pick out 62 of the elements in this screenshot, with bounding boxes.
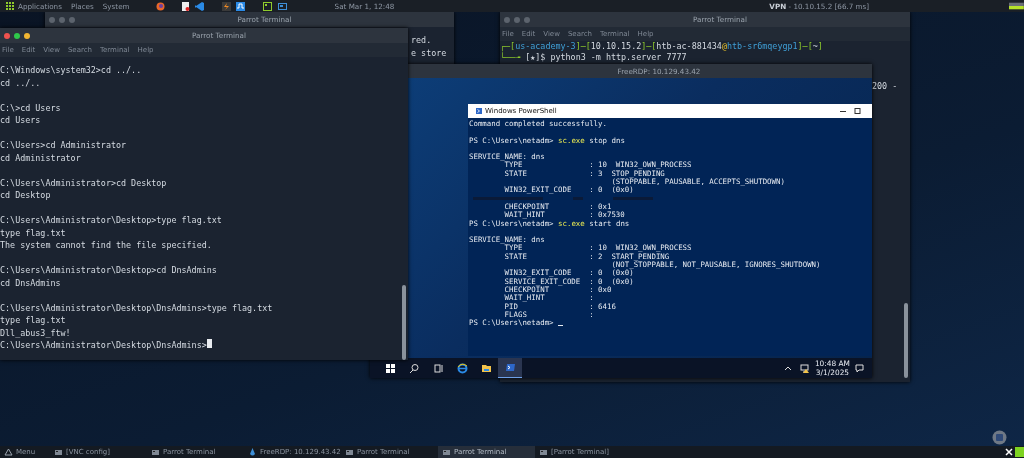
document-icon[interactable] [180, 1, 190, 11]
window-dot-icon[interactable] [514, 16, 520, 23]
window-dot-icon[interactable] [4, 32, 10, 39]
network-icon[interactable] [799, 363, 810, 373]
window-dot-icon[interactable] [24, 32, 30, 39]
window-icon [345, 447, 354, 457]
terminal-line: cd Users [0, 114, 41, 127]
terminal-line: The system cannot find the file specified. [0, 239, 212, 252]
browser-e-icon [456, 362, 468, 374]
maximize-icon[interactable] [852, 107, 864, 115]
terminal-line: e store [411, 46, 447, 59]
terminal-line: C:\Users\Administrator\Desktop\DnsAdmins> [0, 339, 207, 352]
wave-icon[interactable] [235, 1, 245, 11]
terminal-icon[interactable] [262, 1, 272, 11]
notification-icon[interactable] [855, 363, 864, 373]
monitor-icon[interactable] [277, 1, 287, 11]
terminal-line: C:\>cd Users [0, 101, 61, 114]
bolt-icon[interactable] [221, 1, 231, 11]
window-dot-icon[interactable] [504, 16, 510, 23]
folder-icon [480, 362, 492, 374]
terminal-line: 200 - [872, 81, 898, 92]
terminal-line: cd ../.. [0, 76, 41, 89]
windows-logo-icon [384, 362, 396, 374]
task-view-icon [432, 362, 444, 374]
scrollbar[interactable] [402, 285, 406, 360]
shell-icon [504, 362, 516, 373]
globe-icon[interactable] [155, 1, 165, 11]
prompt-line: ┌─[us-academy-3]─[10.10.15.2]─[htb-ac-881434@htb-sr6mqeygp1]─[~] [500, 41, 823, 52]
parrot-logo-icon [4, 447, 13, 457]
terminal-line: cd DnsAdmins [0, 276, 61, 289]
command-line: └──╼ [★]$ python3 -m http.server 7777 [500, 52, 687, 63]
window-icon [54, 447, 63, 457]
window-dot-icon[interactable] [49, 16, 55, 23]
terminal-line: C:\Users\Administrator\Desktop>cd DnsAdmins [0, 264, 217, 277]
apps-grid-icon[interactable] [6, 2, 14, 10]
window-dot-icon[interactable] [69, 16, 75, 23]
terminal-line: C:\Windows\system32>cd ../.. [0, 64, 142, 77]
window-dot-icon[interactable] [14, 32, 20, 39]
terminal-line: cd Desktop [0, 189, 51, 202]
battery-icon[interactable] [1009, 2, 1024, 10]
chevron-up-icon[interactable] [783, 365, 792, 371]
terminal-line: cd Administrator [0, 151, 81, 164]
terminal-line: Dll_abus3_ftw! [0, 326, 71, 339]
terminal-line: red. [411, 34, 432, 47]
shell-icon [476, 108, 482, 114]
terminal-line: type flag.txt [0, 314, 66, 327]
window-icon [442, 447, 451, 457]
window-icon [151, 447, 160, 457]
window-dot-icon[interactable] [524, 16, 530, 23]
terminal-line: C:\Users\Administrator\Desktop>type flag.txt [0, 214, 222, 227]
drive-icon[interactable] [992, 430, 1007, 445]
code-editor-icon[interactable] [194, 1, 204, 11]
scrollbar[interactable] [904, 303, 908, 378]
search-icon [408, 362, 420, 374]
terminal-line: C:\Users>cd Administrator [0, 139, 127, 152]
terminal-line: C:\Users\Administrator\Desktop\DnsAdmins>type flag.txt [0, 301, 273, 314]
close-icon[interactable] [1005, 448, 1013, 456]
terminal-line: C:\Users\Administrator>cd Desktop [0, 176, 167, 189]
flame-icon [248, 447, 257, 457]
window-icon [539, 447, 548, 457]
window-dot-icon[interactable] [59, 16, 65, 23]
terminal-line: type flag.txt [0, 226, 66, 239]
